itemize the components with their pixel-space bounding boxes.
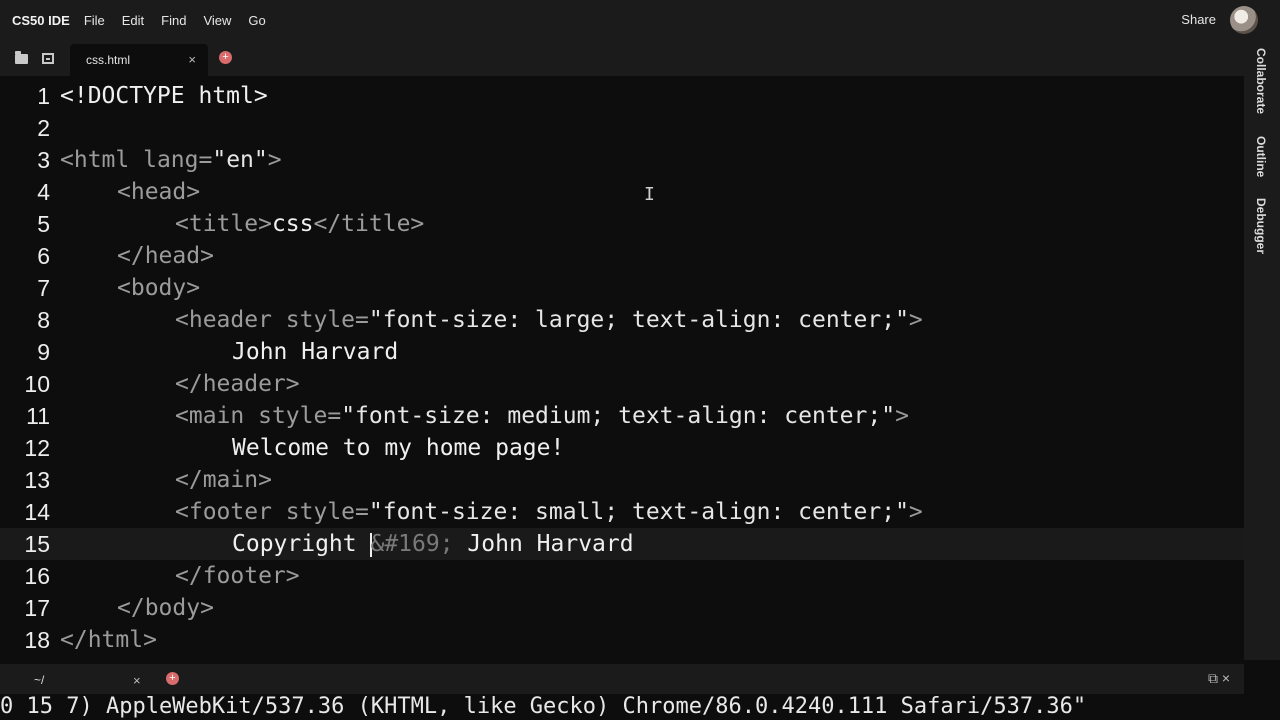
editor-tab-strip: css.html × +	[0, 40, 1244, 76]
line-number: 11	[26, 402, 50, 429]
line-number: 14	[24, 498, 50, 525]
code-line: 7 <body>	[0, 272, 1244, 304]
outline-tab[interactable]: Outline	[1254, 136, 1268, 177]
line-number: 3	[37, 146, 50, 173]
text: Welcome to my home page!	[232, 435, 565, 461]
code-line: 11 <main style="font-size: medium; text-…	[0, 400, 1244, 432]
tag: <body>	[117, 275, 201, 301]
terminal-output: 0 15 7) AppleWebKit/537.36 (KHTML, like …	[0, 694, 1087, 719]
line-number: 18	[24, 626, 50, 653]
code-line: 13 </main>	[0, 464, 1244, 496]
line-number: 17	[24, 594, 50, 621]
string: "font-size: large; text-align: center;"	[368, 307, 909, 333]
code-line: 1 <!DOCTYPE html>	[0, 80, 1244, 112]
attribute: style=	[285, 499, 369, 525]
tag: <html	[60, 147, 144, 173]
line-number: 1	[37, 82, 50, 109]
code-line: 3 <html lang="en">	[0, 144, 1244, 176]
text: John Harvard	[232, 339, 399, 365]
text: John Harvard	[453, 531, 634, 557]
tag: </head>	[117, 243, 214, 269]
code-line: 6 </head>	[0, 240, 1244, 272]
code-line: 8 <header style="font-size: large; text-…	[0, 304, 1244, 336]
tag: </header>	[175, 371, 300, 397]
line-number: 7	[37, 274, 50, 301]
debugger-tab[interactable]: Debugger	[1254, 198, 1268, 254]
line-number: 2	[37, 114, 50, 141]
line-number: 12	[24, 434, 50, 461]
tab-label: css.html	[86, 53, 131, 67]
attribute: style=	[285, 307, 369, 333]
tab-css-html[interactable]: css.html ×	[70, 44, 208, 76]
code-line: 4 <head>	[0, 176, 1244, 208]
code-line: 2	[0, 112, 1244, 144]
line-number: 4	[37, 178, 50, 205]
string: "font-size: medium; text-align: center;"	[341, 403, 896, 429]
code-line: 14 <footer style="font-size: small; text…	[0, 496, 1244, 528]
tag: <main	[175, 403, 259, 429]
line-number: 15	[24, 530, 50, 557]
string: "font-size: small; text-align: center;"	[368, 499, 909, 525]
entity: &#169;	[370, 531, 454, 557]
tag: >	[908, 307, 923, 333]
menu-bar: CS50 IDE File Edit Find View Go Share	[0, 0, 1280, 40]
code-line: 9 John Harvard	[0, 336, 1244, 368]
menu-view[interactable]: View	[203, 13, 231, 28]
folder-icon[interactable]	[13, 50, 29, 66]
close-icon[interactable]: ×	[133, 673, 141, 688]
line-number: 13	[24, 466, 50, 493]
doctype: <!DOCTYPE html>	[60, 83, 268, 109]
right-panel-bar: Collaborate Outline Debugger	[1244, 40, 1280, 660]
code-line: 18 </html>	[0, 624, 1244, 656]
text-cursor-icon: I	[644, 184, 655, 205]
line-number: 9	[37, 338, 50, 365]
text: css	[271, 211, 314, 237]
tag: <head>	[117, 179, 201, 205]
menu-go[interactable]: Go	[248, 13, 265, 28]
code-line: 16 </footer>	[0, 560, 1244, 592]
tag: <title>	[175, 211, 272, 237]
terminal-tab[interactable]: ~/	[34, 673, 44, 687]
terminal-tab-strip: ~/ × + ⧉ ×	[0, 664, 1244, 694]
app-brand[interactable]: CS50 IDE	[12, 13, 70, 28]
line-number: 5	[37, 210, 50, 237]
share-button[interactable]: Share	[1181, 12, 1216, 27]
code-line: 10 </header>	[0, 368, 1244, 400]
close-icon[interactable]: ×	[188, 52, 196, 67]
tag: >	[267, 147, 282, 173]
line-number: 8	[37, 306, 50, 333]
text: Copyright	[232, 531, 371, 557]
menu-file[interactable]: File	[84, 13, 105, 28]
file-tree-icon[interactable]	[40, 50, 56, 66]
tag: </body>	[117, 595, 214, 621]
terminal-tools-icon[interactable]: ⧉ ×	[1208, 670, 1230, 687]
tag: </html>	[60, 627, 157, 653]
code-line: 12 Welcome to my home page!	[0, 432, 1244, 464]
terminal[interactable]: 0 15 7) AppleWebKit/537.36 (KHTML, like …	[0, 694, 1280, 720]
code-line: 17 </body>	[0, 592, 1244, 624]
tag: <header	[175, 307, 286, 333]
add-tab-icon[interactable]: +	[219, 51, 232, 64]
tag: </main>	[175, 467, 272, 493]
tag: >	[908, 499, 923, 525]
code-line-active: 15 Copyright &#169; John Harvard	[0, 528, 1244, 560]
tag: >	[895, 403, 909, 429]
line-number: 6	[37, 242, 50, 269]
string: "en"	[212, 147, 268, 173]
add-terminal-icon[interactable]: +	[166, 672, 179, 685]
tag: <footer	[175, 499, 286, 525]
attribute: lang=	[143, 147, 213, 173]
line-number: 16	[24, 562, 50, 589]
code-editor[interactable]: 1 <!DOCTYPE html> 2 3 <html lang="en"> 4…	[0, 76, 1244, 660]
attribute: style=	[258, 403, 342, 429]
menu-find[interactable]: Find	[161, 13, 186, 28]
menu-edit[interactable]: Edit	[122, 13, 144, 28]
tag: </title>	[313, 211, 425, 237]
code-line: 5 <title>css</title>	[0, 208, 1244, 240]
tag: </footer>	[175, 563, 300, 589]
collaborate-tab[interactable]: Collaborate	[1254, 48, 1268, 114]
avatar[interactable]	[1230, 6, 1258, 34]
line-number: 10	[24, 370, 50, 397]
